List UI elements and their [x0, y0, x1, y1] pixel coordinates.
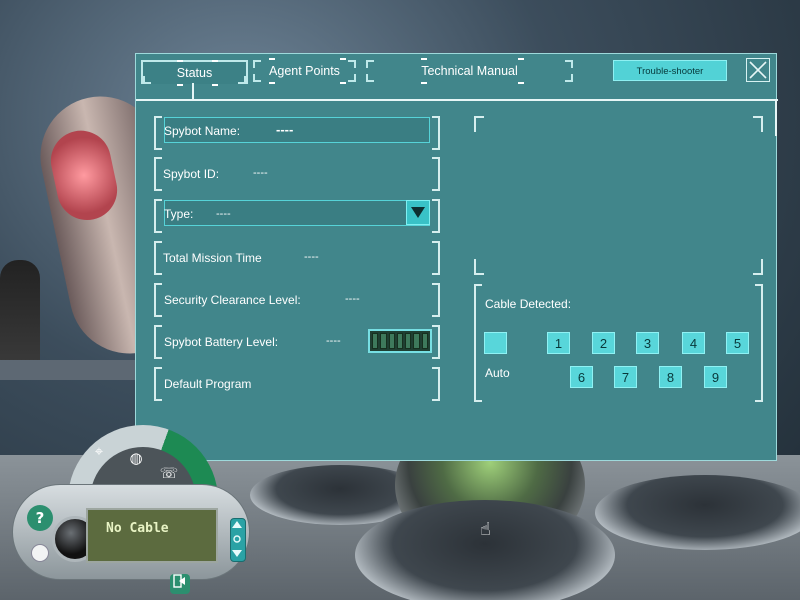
channel-button-7[interactable]: 7: [614, 366, 637, 388]
channel-button-6[interactable]: 6: [570, 366, 593, 388]
troubleshooter-button[interactable]: Trouble-shooter: [613, 60, 727, 81]
spybot-id-label: Spybot ID:: [163, 167, 220, 181]
type-dropdown[interactable]: [164, 200, 430, 226]
preview-frame-corner: [753, 116, 763, 132]
device-display-text: No Cable: [106, 521, 169, 536]
scroll-button[interactable]: [230, 518, 246, 562]
type-value: ----: [216, 208, 231, 220]
channel-button-1[interactable]: 1: [547, 332, 570, 354]
device-display: No Cable: [86, 508, 218, 563]
close-button[interactable]: [746, 58, 770, 82]
preview-frame-corner: [474, 259, 484, 275]
default-program-field: Default Program: [154, 367, 440, 401]
help-button[interactable]: ?: [27, 505, 53, 531]
mission-time-label: Total Mission Time: [163, 251, 262, 265]
cable-detected-label: Cable Detected:: [485, 297, 572, 311]
auto-label: Auto: [485, 366, 510, 380]
floor-tube: [355, 500, 615, 600]
type-field: Type: ----: [154, 199, 440, 233]
mission-time-field: Total Mission Time ----: [154, 241, 440, 275]
tab-technical-manual[interactable]: Technical Manual: [366, 58, 573, 84]
battery-cell: [421, 333, 428, 349]
preview-frame-corner: [753, 259, 763, 275]
exit-icon: [173, 574, 185, 588]
battery-cell: [388, 333, 395, 349]
channel-button-8[interactable]: 8: [659, 366, 682, 388]
spybot-name-label: Spybot Name:: [164, 124, 241, 138]
battery-cell: [396, 333, 404, 349]
type-dropdown-button[interactable]: [406, 200, 430, 225]
channel-button-2[interactable]: 2: [592, 332, 615, 354]
floor-tube: [595, 475, 800, 550]
tab-agent-points[interactable]: Agent Points: [253, 58, 356, 84]
battery-level-field: Spybot Battery Level: ----: [154, 325, 440, 359]
battery-meter: [368, 329, 432, 353]
globe-icon[interactable]: ◍: [125, 447, 147, 469]
tab-label: Technical Manual: [421, 64, 518, 78]
battery-cell: [380, 333, 387, 349]
battery-cell: [405, 333, 412, 349]
mission-time-value: ----: [304, 251, 319, 263]
hand-cursor-icon: ☝: [480, 519, 491, 540]
tab-label: Agent Points: [269, 64, 340, 78]
indicator-light: [31, 544, 49, 562]
phone-icon[interactable]: ☏: [158, 462, 180, 484]
status-panel: Status Agent Points Technical Manual Tro…: [135, 53, 778, 461]
arrows-updown-icon: [232, 521, 242, 557]
battery-level-value: ----: [326, 335, 341, 347]
tab-divider: [136, 99, 778, 101]
battery-cell: [372, 333, 379, 349]
tab-label: Status: [176, 66, 213, 80]
preview-frame-corner: [474, 116, 484, 132]
close-icon: [749, 61, 767, 79]
cable-detected-box: Cable Detected: Auto 1 2 3 4 5 6 7 8 9: [474, 284, 763, 402]
desk-image: [0, 360, 140, 380]
security-clearance-field: Security Clearance Level: ----: [154, 283, 440, 317]
target-icon[interactable]: ⌖: [88, 440, 110, 462]
tab-bar: Status Agent Points Technical Manual Tro…: [136, 54, 776, 91]
spybot-name-value: ----: [276, 122, 294, 137]
spybot-id-value: ----: [253, 167, 268, 179]
battery-cell: [413, 333, 420, 349]
agent-figure-image: [0, 260, 40, 370]
tab-divider: [775, 99, 777, 136]
chevron-down-icon: [411, 207, 425, 218]
channel-button-3[interactable]: 3: [636, 332, 659, 354]
security-clearance-value: ----: [345, 293, 360, 305]
channel-button-5[interactable]: 5: [726, 332, 749, 354]
security-clearance-label: Security Clearance Level:: [164, 293, 301, 307]
default-program-label: Default Program: [164, 377, 252, 391]
exit-button[interactable]: [170, 574, 190, 594]
type-label: Type:: [164, 207, 194, 221]
spybot-name-field: Spybot Name: ----: [154, 116, 440, 150]
channel-button-4[interactable]: 4: [682, 332, 705, 354]
tab-status[interactable]: Status: [141, 60, 248, 86]
channel-button-9[interactable]: 9: [704, 366, 727, 388]
spybot-id-field: Spybot ID: ----: [154, 157, 440, 191]
auto-channel-button[interactable]: [484, 332, 507, 354]
battery-level-label: Spybot Battery Level:: [164, 335, 279, 349]
